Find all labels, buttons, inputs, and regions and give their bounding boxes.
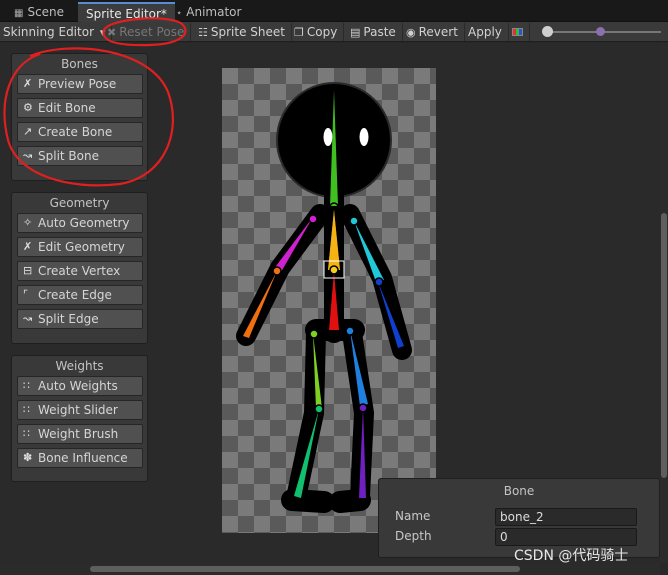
- split-bone-label: Split Bone: [38, 149, 99, 163]
- alpha-slider-handle[interactable]: [542, 26, 553, 37]
- paste-button[interactable]: ▤ Paste: [344, 23, 403, 41]
- bone-influence-icon: ✽: [23, 451, 33, 464]
- editor-mode-label: Skinning Editor: [3, 25, 94, 39]
- create-bone-label: Create Bone: [38, 125, 113, 139]
- bone-depth-field[interactable]: 0: [495, 528, 637, 546]
- copy-label: Copy: [306, 25, 338, 39]
- split-bone-button[interactable]: ↝ Split Bone: [17, 146, 143, 166]
- weight-slider-label: Weight Slider: [38, 403, 118, 417]
- vertical-scroll-thumb[interactable]: [661, 213, 667, 478]
- bone-name-field[interactable]: bone_2: [495, 508, 637, 526]
- weights-panel: Weights ∷ Auto Weights ∷ Weight Slider ∷ We…: [11, 355, 148, 482]
- right-eye: [359, 128, 369, 146]
- tab-sprite-editor-label: Sprite Editor*: [86, 7, 167, 21]
- edit-geometry-label: Edit Geometry: [38, 240, 125, 254]
- weight-brush-label: Weight Brush: [38, 427, 119, 441]
- split-bone-icon: ↝: [23, 149, 33, 162]
- reset-pose-label: Reset Pose: [119, 25, 185, 39]
- auto-geometry-icon: ✧: [23, 216, 33, 229]
- scene-icon: ▦: [14, 8, 24, 19]
- animator-icon: ⋆: [176, 8, 183, 19]
- tab-sprite-editor[interactable]: Sprite Editor*: [78, 2, 175, 22]
- window-tab-bar: ▦ Scene Sprite Editor* ⋆ Animator: [0, 0, 668, 22]
- weight-slider-button[interactable]: ∷ Weight Slider: [17, 400, 143, 420]
- reset-pose-button[interactable]: ✖ Reset Pose: [101, 23, 192, 41]
- bone-depth-label: Depth: [395, 529, 432, 543]
- auto-geometry-label: Auto Geometry: [38, 216, 130, 230]
- create-vertex-button[interactable]: ⊟ Create Vertex: [17, 261, 143, 281]
- tab-scene-label: Scene: [27, 5, 65, 19]
- weight-slider-icon: ∷: [23, 403, 30, 416]
- preview-pose-label: Preview Pose: [38, 77, 117, 91]
- edit-geometry-button[interactable]: ✗ Edit Geometry: [17, 237, 143, 257]
- bone-inspector-title: Bone: [503, 484, 535, 498]
- split-edge-button[interactable]: ↝ Split Edge: [17, 309, 143, 329]
- auto-weights-button[interactable]: ∷ Auto Weights: [17, 376, 143, 396]
- color-toggle-button[interactable]: [506, 23, 530, 41]
- tab-animator-label: Animator: [186, 5, 242, 19]
- split-edge-label: Split Edge: [38, 312, 99, 326]
- bone-influence-label: Bone Influence: [38, 451, 128, 465]
- stick-figure-sprite[interactable]: [222, 68, 436, 533]
- auto-weights-icon: ∷: [23, 379, 30, 392]
- reset-icon: ✖: [107, 26, 117, 39]
- vertical-scrollbar[interactable]: [660, 43, 668, 563]
- left-eye: [323, 128, 333, 146]
- apply-button[interactable]: Apply: [462, 23, 509, 41]
- sprite-sheet-button[interactable]: ☷ Sprite Sheet: [192, 23, 292, 41]
- preview-pose-button[interactable]: ✗ Preview Pose: [17, 74, 143, 94]
- split-edge-icon: ↝: [23, 312, 33, 325]
- eye-icon: ◉: [406, 26, 416, 39]
- create-bone-button[interactable]: ↗ Create Bone: [17, 122, 143, 142]
- watermark: CSDN @代码骑士: [514, 548, 629, 564]
- paste-label: Paste: [363, 25, 396, 39]
- sprite-limbs: [236, 184, 412, 513]
- auto-geometry-button[interactable]: ✧ Auto Geometry: [17, 213, 143, 233]
- sprite-sheet-label: Sprite Sheet: [210, 25, 285, 39]
- weights-panel-title: Weights: [55, 359, 104, 373]
- geometry-panel-title: Geometry: [49, 196, 110, 210]
- horizontal-scroll-thumb[interactable]: [90, 566, 520, 572]
- editor-mode-dropdown[interactable]: Skinning Editor: [0, 23, 113, 41]
- paste-icon: ▤: [350, 26, 361, 39]
- bones-panel-title: Bones: [61, 57, 98, 71]
- pose-icon: ✗: [23, 77, 33, 90]
- edit-bone-label: Edit Bone: [38, 101, 96, 115]
- auto-weights-label: Auto Weights: [38, 379, 118, 393]
- create-edge-label: Create Edge: [38, 288, 112, 302]
- rgb-icon: [512, 28, 523, 36]
- weight-brush-button[interactable]: ∷ Weight Brush: [17, 424, 143, 444]
- create-edge-button[interactable]: ⌜ Create Edge: [17, 285, 143, 305]
- revert-button[interactable]: ◉ Revert: [400, 23, 465, 41]
- bones-panel: Bones ✗ Preview Pose ⚙ Edit Bone ↗ Create B…: [11, 53, 148, 181]
- apply-label: Apply: [468, 25, 502, 39]
- edit-bone-icon: ⚙: [23, 101, 33, 114]
- bone-influence-button[interactable]: ✽ Bone Influence: [17, 448, 143, 468]
- create-edge-icon: ⌜: [23, 288, 29, 301]
- copy-button[interactable]: ❐ Copy: [288, 23, 345, 41]
- create-vertex-icon: ⊟: [23, 264, 33, 277]
- tab-scene[interactable]: ▦ Scene: [6, 2, 72, 22]
- geometry-panel: Geometry ✧ Auto Geometry ✗ Edit Geometry ⊟…: [11, 192, 148, 344]
- tab-animator[interactable]: ⋆ Animator: [168, 2, 249, 22]
- sprite-sheet-icon: ☷: [198, 26, 208, 39]
- edit-geometry-icon: ✗: [23, 240, 33, 253]
- create-bone-icon: ↗: [23, 125, 33, 138]
- edit-bone-button[interactable]: ⚙ Edit Bone: [17, 98, 143, 118]
- revert-label: Revert: [418, 25, 458, 39]
- copy-icon: ❐: [294, 26, 304, 39]
- create-vertex-label: Create Vertex: [38, 264, 121, 278]
- bone-name-label: Name: [395, 509, 431, 523]
- alpha-slider-marker: [596, 27, 605, 36]
- weight-brush-icon: ∷: [23, 427, 30, 440]
